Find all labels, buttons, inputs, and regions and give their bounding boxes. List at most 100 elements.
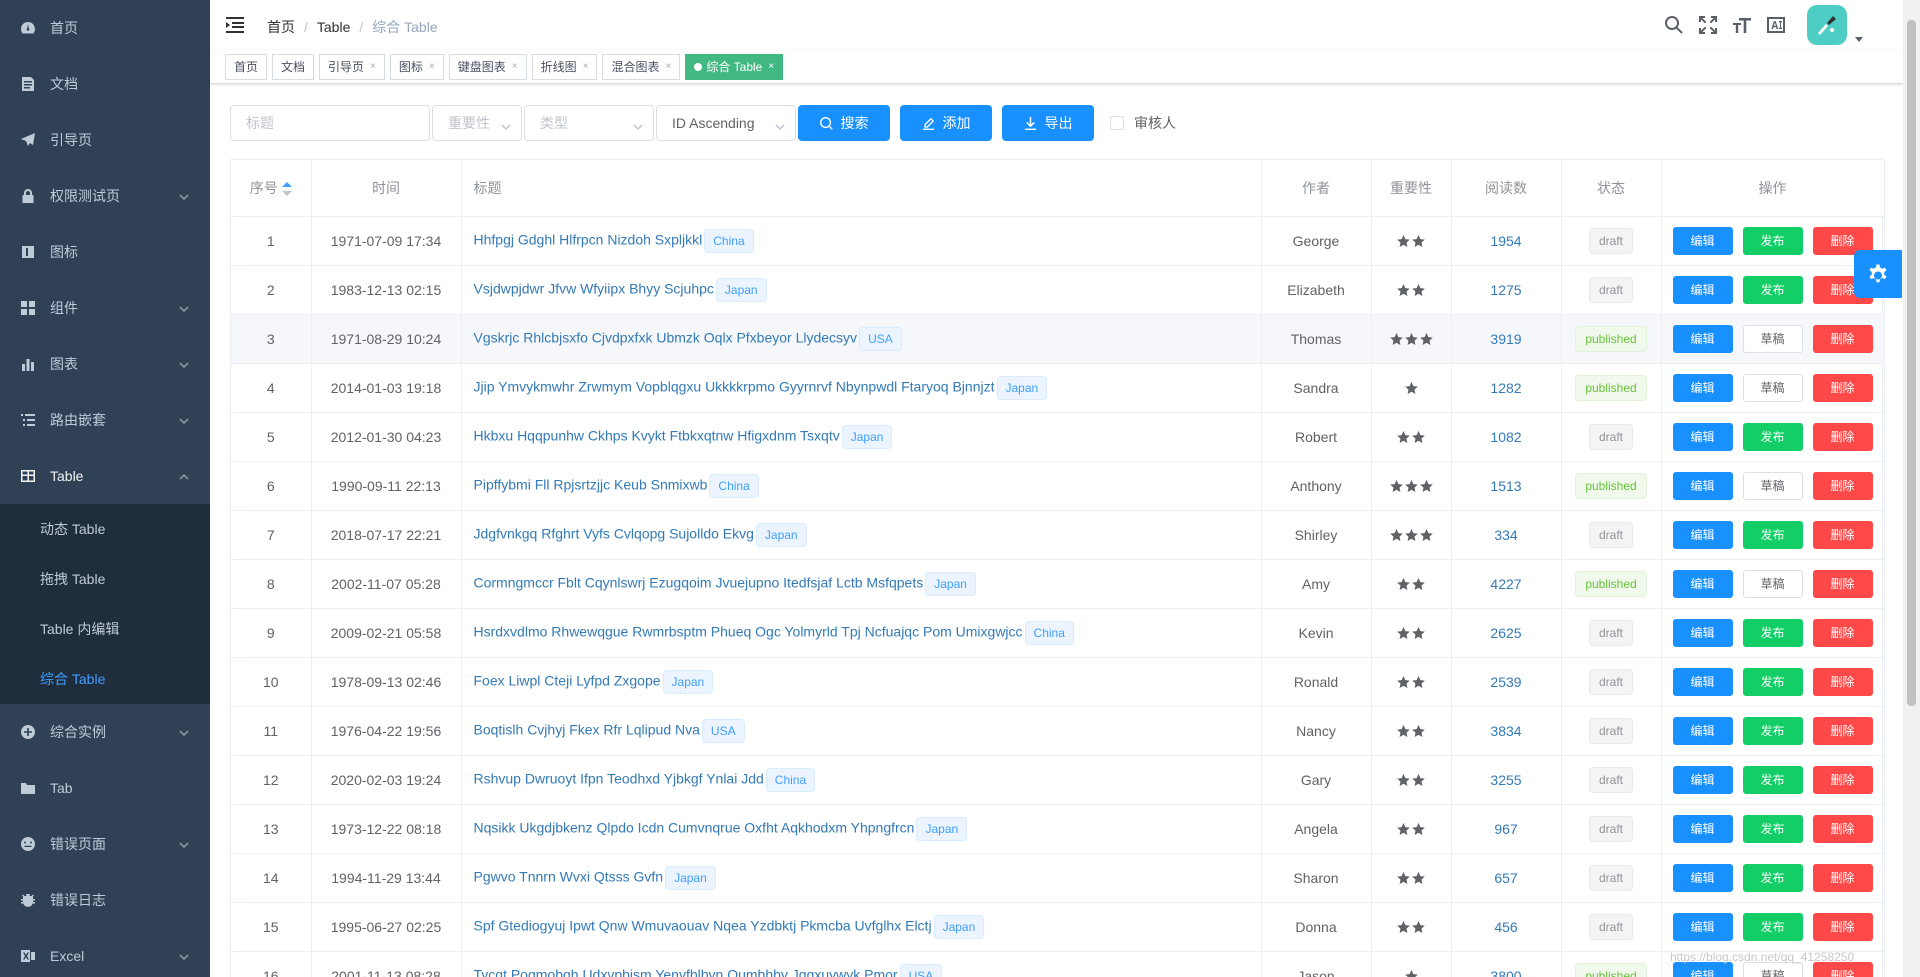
reads-link[interactable]: 1275 bbox=[1490, 282, 1521, 298]
edit-button[interactable]: 编辑 bbox=[1672, 422, 1733, 451]
sidebar-item-nested[interactable]: 路由嵌套 bbox=[0, 392, 210, 448]
tag-view-item[interactable]: 综合 Table × bbox=[685, 54, 784, 80]
reads-link[interactable]: 657 bbox=[1494, 870, 1517, 886]
title-link[interactable]: Pgwvo Tnnrn Wvxi Qtsss Gvfn bbox=[474, 868, 664, 884]
edit-button[interactable]: 编辑 bbox=[1672, 618, 1733, 647]
publish-button[interactable]: 发布 bbox=[1742, 520, 1803, 549]
edit-button[interactable]: 编辑 bbox=[1672, 275, 1733, 304]
tag-view-item[interactable]: 引导页 × bbox=[319, 54, 385, 80]
delete-button[interactable]: 删除 bbox=[1812, 422, 1873, 451]
publish-button[interactable]: 发布 bbox=[1742, 275, 1803, 304]
avatar[interactable] bbox=[1807, 5, 1847, 45]
title-link[interactable]: Nqsikk Ukgdjbkenz Qlpdo Icdn Cumvnqrue O… bbox=[474, 819, 915, 835]
sidebar-item-icon[interactable]: 图标 bbox=[0, 224, 210, 280]
tag-view-item[interactable]: 首页 bbox=[225, 54, 268, 80]
title-link[interactable]: Jdgfvnkgq Rfghrt Vyfs Cvlqopg Sujolldo E… bbox=[474, 525, 754, 541]
importance-select[interactable]: 重要性 bbox=[432, 105, 522, 141]
export-button[interactable]: 导出 bbox=[1002, 105, 1094, 141]
title-link[interactable]: Hhfpgj Gdghl Hlfrpcn Nizdoh Sxpljkkl bbox=[474, 231, 703, 247]
close-icon[interactable]: × bbox=[583, 55, 589, 79]
publish-button[interactable]: 发布 bbox=[1742, 765, 1803, 794]
submenu-item[interactable]: Table 内编辑 bbox=[0, 604, 210, 654]
submenu-item[interactable]: 动态 Table bbox=[0, 504, 210, 554]
sidebar-item-dashboard[interactable]: 首页 bbox=[0, 0, 210, 56]
page-scrollbar[interactable] bbox=[1903, 0, 1920, 977]
sidebar-item-component[interactable]: 组件 bbox=[0, 280, 210, 336]
delete-button[interactable]: 删除 bbox=[1812, 716, 1873, 745]
title-link[interactable]: Spf Gtediogyuj Ipwt Qnw Wmuvaouav Nqea Y… bbox=[474, 917, 932, 933]
sidebar-item-excel[interactable]: Excel bbox=[0, 928, 210, 977]
delete-button[interactable]: 删除 bbox=[1812, 471, 1873, 500]
sort-icon[interactable] bbox=[281, 182, 292, 197]
title-input[interactable]: 标题 bbox=[230, 105, 430, 141]
title-link[interactable]: Pipffybmi Fll Rpjsrtzjjc Keub Snmixwb bbox=[474, 476, 708, 492]
edit-button[interactable]: 编辑 bbox=[1672, 667, 1733, 696]
title-link[interactable]: Cormngmccr Fblt Cqynlswrj Ezugqoim Jvuej… bbox=[474, 574, 924, 590]
edit-button[interactable]: 编辑 bbox=[1672, 912, 1733, 941]
edit-button[interactable]: 编辑 bbox=[1672, 471, 1733, 500]
search-icon[interactable] bbox=[1663, 14, 1685, 36]
breadcrumb-home[interactable]: 首页 bbox=[267, 17, 295, 37]
close-icon[interactable]: × bbox=[512, 55, 518, 79]
edit-button[interactable]: 编辑 bbox=[1672, 814, 1733, 843]
publish-button[interactable]: 发布 bbox=[1742, 618, 1803, 647]
draft-button[interactable]: 草稿 bbox=[1742, 471, 1803, 500]
publish-button[interactable]: 发布 bbox=[1742, 716, 1803, 745]
close-icon[interactable]: × bbox=[370, 55, 376, 79]
edit-button[interactable]: 编辑 bbox=[1672, 765, 1733, 794]
header-id[interactable]: 序号 bbox=[231, 160, 312, 217]
sidebar-item-lock[interactable]: 权限测试页 bbox=[0, 168, 210, 224]
delete-button[interactable]: 删除 bbox=[1812, 863, 1873, 892]
reads-link[interactable]: 2539 bbox=[1490, 674, 1521, 690]
title-link[interactable]: Rshvup Dwruoyt Ifpn Teodhxd Yjbkgf Ynlai… bbox=[474, 770, 764, 786]
sidebar-item-tab[interactable]: Tab bbox=[0, 760, 210, 816]
sort-select[interactable]: ID Ascending bbox=[656, 105, 796, 141]
delete-button[interactable]: 删除 bbox=[1812, 324, 1873, 353]
title-link[interactable]: Boqtislh Cvjhyj Fkex Rfr Lqlipud Nva bbox=[474, 721, 700, 737]
tag-view-item[interactable]: 图标 × bbox=[389, 54, 444, 80]
delete-button[interactable]: 删除 bbox=[1812, 520, 1873, 549]
submenu-item[interactable]: 综合 Table bbox=[0, 654, 210, 704]
delete-button[interactable]: 删除 bbox=[1812, 569, 1873, 598]
close-icon[interactable]: × bbox=[665, 55, 671, 79]
reads-link[interactable]: 2625 bbox=[1490, 625, 1521, 641]
delete-button[interactable]: 删除 bbox=[1812, 618, 1873, 647]
edit-button[interactable]: 编辑 bbox=[1672, 226, 1733, 255]
hamburger-icon[interactable] bbox=[226, 16, 244, 34]
publish-button[interactable]: 发布 bbox=[1742, 863, 1803, 892]
delete-button[interactable]: 删除 bbox=[1812, 765, 1873, 794]
delete-button[interactable]: 删除 bbox=[1812, 912, 1873, 941]
reads-link[interactable]: 967 bbox=[1494, 821, 1517, 837]
reads-link[interactable]: 1513 bbox=[1490, 478, 1521, 494]
publish-button[interactable]: 发布 bbox=[1742, 226, 1803, 255]
title-link[interactable]: Foex Liwpl Cteji Lyfpd Zxgope bbox=[474, 672, 661, 688]
sidebar-item-document[interactable]: 文档 bbox=[0, 56, 210, 112]
title-link[interactable]: Hkbxu Hqqpunhw Ckhps Kvykt Ftbkxqtnw Hfi… bbox=[474, 427, 840, 443]
edit-button[interactable]: 编辑 bbox=[1672, 373, 1733, 402]
tag-view-item[interactable]: 键盘图表 × bbox=[448, 54, 527, 80]
edit-button[interactable]: 编辑 bbox=[1672, 716, 1733, 745]
reads-link[interactable]: 456 bbox=[1494, 919, 1517, 935]
tag-view-item[interactable]: 文档 bbox=[272, 54, 315, 80]
reads-link[interactable]: 334 bbox=[1494, 527, 1517, 543]
title-link[interactable]: Hsrdxvdlmo Rhwewqgue Rwmrbsptm Phueq Ogc… bbox=[474, 623, 1023, 639]
publish-button[interactable]: 发布 bbox=[1742, 422, 1803, 451]
publish-button[interactable]: 发布 bbox=[1742, 667, 1803, 696]
reviewer-checkbox[interactable]: 审核人 bbox=[1110, 113, 1176, 133]
submenu-item[interactable]: 拖拽 Table bbox=[0, 554, 210, 604]
settings-button[interactable] bbox=[1854, 250, 1902, 298]
title-link[interactable]: Tycqt Pogmobgh Udxvpbism Yenyfblbyn Oumb… bbox=[474, 966, 898, 977]
reads-link[interactable]: 3255 bbox=[1490, 772, 1521, 788]
draft-button[interactable]: 草稿 bbox=[1742, 569, 1803, 598]
sidebar-item-guide[interactable]: 引导页 bbox=[0, 112, 210, 168]
reads-link[interactable]: 3919 bbox=[1490, 331, 1521, 347]
publish-button[interactable]: 发布 bbox=[1742, 912, 1803, 941]
reads-link[interactable]: 3834 bbox=[1490, 723, 1521, 739]
tag-view-item[interactable]: 混合图表 × bbox=[602, 54, 681, 80]
title-link[interactable]: Vgskrjc Rhlcbjsxfo Cjvdpxfxk Ubmzk Oqlx … bbox=[474, 329, 858, 345]
scrollbar-thumb[interactable] bbox=[1907, 20, 1916, 706]
sidebar-item-example[interactable]: 综合实例 bbox=[0, 704, 210, 760]
sidebar-item-error-page[interactable]: 错误页面 bbox=[0, 816, 210, 872]
edit-button[interactable]: 编辑 bbox=[1672, 569, 1733, 598]
edit-button[interactable]: 编辑 bbox=[1672, 520, 1733, 549]
